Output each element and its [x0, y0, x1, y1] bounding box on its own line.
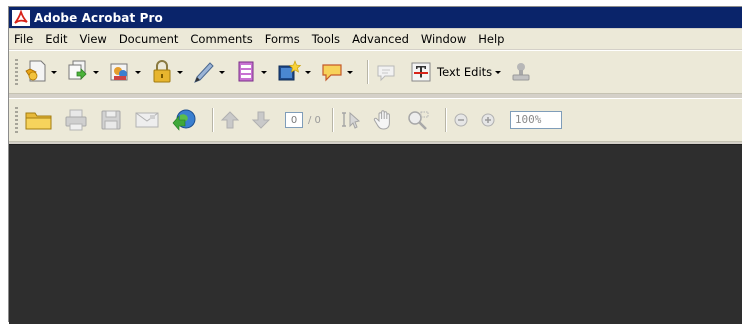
multimedia-button[interactable]	[276, 59, 311, 85]
previous-page-button[interactable]	[219, 107, 241, 133]
collaborate-button[interactable]	[108, 59, 141, 85]
text-edits-button[interactable]: Text Edits	[411, 62, 502, 82]
email-icon	[135, 112, 159, 128]
title-bar[interactable]: Adobe Acrobat Pro	[9, 7, 742, 28]
hand-tool-button[interactable]	[372, 107, 396, 133]
previous-page-icon	[220, 111, 240, 129]
menu-bar: File Edit View Document Comments Forms T…	[9, 29, 742, 49]
select-tool-icon	[341, 111, 360, 129]
combine-files-button[interactable]	[66, 59, 99, 85]
toolbar-separator	[444, 108, 447, 132]
forms-icon	[238, 61, 254, 82]
sign-button[interactable]	[192, 59, 225, 85]
text-edits-label: Text Edits	[437, 65, 493, 79]
toolbar-separator	[331, 108, 334, 132]
stamp-button[interactable]	[510, 59, 532, 85]
menu-help[interactable]: Help	[472, 29, 510, 49]
comment-dropdown-arrow[interactable]	[347, 70, 353, 74]
document-area[interactable]	[9, 144, 742, 324]
next-page-button[interactable]	[250, 107, 272, 133]
next-page-icon	[251, 111, 271, 129]
menu-advanced[interactable]: Advanced	[346, 29, 415, 49]
zoom-in-button[interactable]	[479, 107, 497, 133]
sticky-note-icon	[377, 65, 395, 82]
secure-dropdown-arrow[interactable]	[177, 70, 183, 74]
file-navigation-toolbar: 0 / 0 100%	[9, 98, 742, 142]
zoom-out-icon	[454, 113, 468, 127]
menu-tools[interactable]: Tools	[306, 29, 346, 49]
select-tool-button[interactable]	[339, 107, 363, 133]
acrobat-window: Adobe Acrobat Pro File Edit View Documen…	[8, 6, 742, 324]
page-number-input[interactable]: 0	[285, 112, 303, 128]
sign-pen-icon	[194, 62, 214, 83]
marquee-zoom-button[interactable]	[405, 107, 431, 133]
email-button[interactable]	[133, 107, 161, 133]
multimedia-icon	[278, 60, 302, 81]
text-edits-icon	[411, 62, 431, 82]
collaborate-dropdown-arrow[interactable]	[135, 70, 141, 74]
page-total: / 0	[308, 114, 321, 126]
text-edits-dropdown-arrow[interactable]	[495, 70, 502, 74]
zoom-out-button[interactable]	[452, 107, 470, 133]
secure-lock-icon	[153, 60, 171, 83]
menu-view[interactable]: View	[74, 29, 113, 49]
comment-icon	[322, 64, 342, 82]
multimedia-dropdown-arrow[interactable]	[305, 70, 311, 74]
save-button[interactable]	[98, 107, 124, 133]
menu-edit[interactable]: Edit	[39, 29, 73, 49]
open-folder-icon	[25, 112, 52, 130]
stamp-icon	[512, 63, 530, 81]
secure-button[interactable]	[150, 59, 183, 85]
sticky-note-button[interactable]	[374, 59, 398, 85]
combine-files-dropdown-arrow[interactable]	[93, 70, 99, 74]
web-button[interactable]	[170, 107, 198, 133]
toolbar-separator	[367, 60, 369, 84]
create-pdf-dropdown-arrow[interactable]	[51, 70, 57, 74]
save-icon	[101, 110, 121, 130]
combine-files-icon	[68, 60, 87, 80]
create-pdf-button[interactable]	[24, 59, 57, 85]
toolbar-grip[interactable]	[15, 59, 18, 85]
tasks-toolbar: Text Edits	[9, 50, 742, 94]
forms-dropdown-arrow[interactable]	[261, 70, 267, 74]
toolbar-grip[interactable]	[15, 107, 18, 133]
forms-button[interactable]	[234, 59, 267, 85]
sign-dropdown-arrow[interactable]	[219, 70, 225, 74]
menu-document[interactable]: Document	[113, 29, 185, 49]
print-icon	[65, 109, 87, 131]
acrobat-logo-icon	[12, 9, 30, 26]
menu-forms[interactable]: Forms	[259, 29, 306, 49]
comment-button[interactable]	[320, 59, 353, 85]
menu-comments[interactable]: Comments	[184, 29, 258, 49]
zoom-level-input[interactable]: 100%	[509, 111, 562, 129]
open-button[interactable]	[24, 107, 54, 133]
zoom-in-icon	[481, 113, 495, 127]
hand-tool-icon	[373, 110, 390, 130]
menu-window[interactable]: Window	[415, 29, 472, 49]
marquee-zoom-icon	[408, 111, 429, 130]
create-pdf-icon	[25, 60, 46, 82]
menu-file[interactable]: File	[9, 29, 39, 49]
collaborate-icon	[110, 63, 128, 81]
web-globe-icon	[172, 109, 196, 131]
window-title: Adobe Acrobat Pro	[34, 10, 163, 25]
toolbar-separator	[212, 108, 214, 132]
print-button[interactable]	[63, 107, 89, 133]
